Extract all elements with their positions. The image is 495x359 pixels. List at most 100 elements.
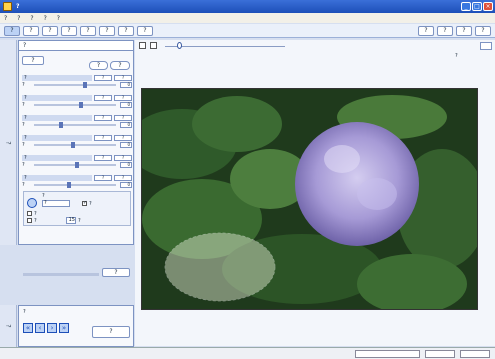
view-controls: [135, 40, 495, 50]
value-field[interactable]: 0: [120, 121, 132, 128]
bottom-slider[interactable]: [23, 273, 99, 276]
group-pill[interactable]: ?: [114, 134, 132, 141]
slider-knob[interactable]: [70, 141, 75, 148]
status-field: [355, 350, 420, 358]
adjust-slider[interactable]: [34, 81, 116, 88]
nav-action-button[interactable]: ?: [92, 326, 130, 338]
group-label: ?: [22, 94, 92, 101]
slider-knob[interactable]: [58, 121, 63, 128]
close-button[interactable]: ×: [483, 2, 493, 11]
menu-item[interactable]: ?: [44, 15, 47, 22]
group-pill[interactable]: ?: [114, 94, 132, 101]
toolbar-button[interactable]: ?: [137, 25, 153, 36]
group-pill[interactable]: ?: [94, 154, 112, 161]
image-view: ?: [135, 40, 495, 346]
side-tab-bottom[interactable]: ?: [0, 305, 17, 347]
menu-item[interactable]: ?: [30, 15, 33, 22]
first-button[interactable]: «: [23, 323, 33, 333]
value-field[interactable]: 0: [120, 81, 132, 88]
toolbar-button[interactable]: ?: [80, 25, 96, 36]
row-label: ?: [22, 181, 25, 188]
prev-button[interactable]: ‹: [35, 323, 45, 333]
selection-group: ? ? ✓ ? ? ? 15 ?: [23, 191, 131, 226]
slider-knob[interactable]: [83, 81, 88, 88]
adjust-slider[interactable]: [34, 121, 116, 128]
feather-width-field[interactable]: 15: [66, 217, 76, 224]
adjust-slider[interactable]: [34, 181, 116, 188]
toolbar-right-button[interactable]: ?: [475, 26, 491, 36]
value-field[interactable]: 0: [120, 141, 132, 148]
toolbar-right-button[interactable]: ?: [456, 26, 472, 36]
view-toggle-1[interactable]: [139, 41, 146, 49]
slider-knob[interactable]: [66, 181, 71, 188]
group-pill[interactable]: ?: [94, 134, 112, 141]
next-button[interactable]: ›: [47, 323, 57, 333]
value-field[interactable]: 0: [120, 101, 132, 108]
selection-ellipse[interactable]: [164, 232, 276, 302]
adjust-group: ??? ? 0: [22, 174, 132, 188]
leaf: [192, 96, 282, 152]
maximize-button[interactable]: □: [472, 2, 482, 11]
side-tab-label: ?: [4, 324, 12, 328]
panel-right-button-2[interactable]: ?: [110, 61, 130, 70]
apply-button[interactable]: ?: [102, 268, 130, 277]
toolbar: ? ? ? ? ? ? ? ? ? ? ? ?: [0, 24, 495, 38]
toolbar-right-button[interactable]: ?: [418, 26, 434, 36]
side-tab-label: ?: [4, 140, 12, 145]
zoom-knob[interactable]: [177, 42, 182, 49]
value-field[interactable]: 0: [120, 161, 132, 168]
row-label: ?: [22, 141, 25, 148]
toolbar-button[interactable]: ?: [61, 25, 77, 36]
side-tab-palette[interactable]: ?: [0, 40, 17, 245]
group-label: ?: [22, 74, 92, 81]
group-pill[interactable]: ?: [94, 94, 112, 101]
app-icon: [3, 2, 12, 11]
checkbox-2[interactable]: [27, 211, 32, 216]
checkbox-1[interactable]: ✓: [82, 201, 87, 206]
panel-left-button[interactable]: ?: [22, 56, 44, 65]
hydrangea-photo[interactable]: [141, 88, 478, 310]
zoom-readout: ?: [455, 53, 458, 59]
adjust-slider[interactable]: [34, 141, 116, 148]
view-toggle-2[interactable]: [150, 41, 157, 49]
zoom-slider[interactable]: [165, 46, 285, 47]
adjust-group: ??? ? 0: [22, 94, 132, 108]
toolbar-button[interactable]: ?: [4, 25, 20, 36]
group-pill[interactable]: ?: [94, 114, 112, 121]
menu-item[interactable]: ?: [17, 15, 20, 22]
group-pill[interactable]: ?: [114, 154, 132, 161]
slider-knob[interactable]: [79, 101, 84, 108]
selection-dropdown[interactable]: ?: [42, 200, 70, 207]
group-pill[interactable]: ?: [114, 114, 132, 121]
status-bar: [0, 347, 495, 359]
group-pill[interactable]: ?: [114, 174, 132, 181]
navigation-panel: ? « ‹ › » ?: [18, 305, 134, 347]
toolbar-right-button[interactable]: ?: [437, 26, 453, 36]
adjust-slider[interactable]: [34, 161, 116, 168]
hydrangea-flower: [295, 122, 419, 246]
panel-right-button-1[interactable]: ?: [89, 61, 108, 70]
ellipse-select-icon[interactable]: [27, 198, 37, 208]
checkbox-3[interactable]: [27, 218, 32, 223]
group-pill[interactable]: ?: [114, 74, 132, 81]
adjust-slider[interactable]: [34, 101, 116, 108]
toolbar-button[interactable]: ?: [23, 25, 39, 36]
menu-item[interactable]: ?: [57, 15, 60, 22]
row-label: ?: [22, 121, 25, 128]
row-label: ?: [22, 101, 25, 108]
group-pill[interactable]: ?: [94, 74, 112, 81]
group-pill[interactable]: ?: [94, 174, 112, 181]
view-corner-button[interactable]: [480, 42, 492, 50]
slider-knob[interactable]: [75, 161, 79, 168]
selection-header: ?: [42, 193, 45, 199]
minimize-button[interactable]: _: [461, 2, 471, 11]
last-button[interactable]: »: [59, 323, 69, 333]
toolbar-button[interactable]: ?: [42, 25, 58, 36]
menu-item[interactable]: ?: [4, 15, 7, 22]
photo-canvas: [142, 89, 477, 309]
status-field: [425, 350, 455, 358]
toolbar-button[interactable]: ?: [99, 25, 115, 36]
value-field[interactable]: 0: [120, 181, 132, 188]
group-label: ?: [22, 134, 92, 141]
toolbar-button[interactable]: ?: [118, 25, 134, 36]
